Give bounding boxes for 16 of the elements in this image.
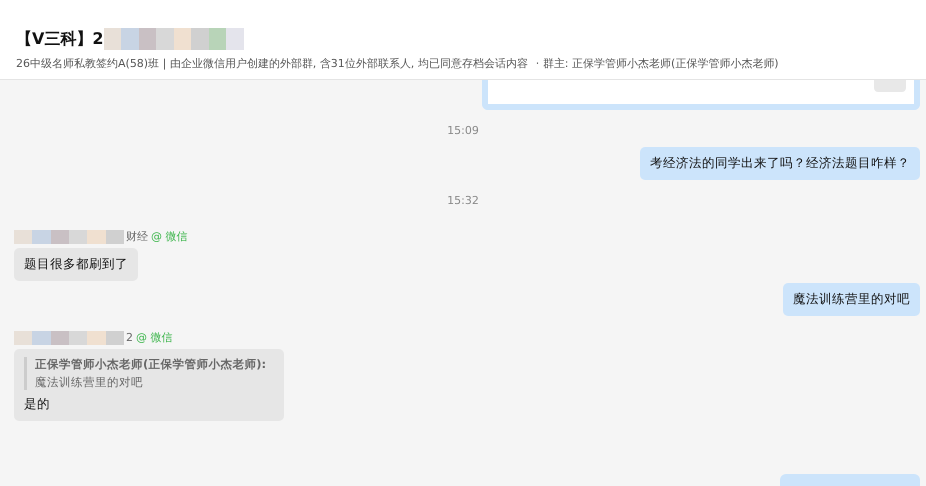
message-text: 考经济法的同学出来了吗？经济法题目咋样？ [650,155,910,170]
sender-name: 财经 [126,229,148,244]
group-title: 【V三科】2 [16,28,104,50]
timestamp: 15:09 [447,124,479,137]
sender-source: @ 微信 [136,330,172,345]
group-owner: · 群主: 正保学管师小杰老师(正保学管师小杰老师) [536,56,779,71]
timestamp: 15:32 [447,194,479,207]
message-text: 题目很多都刷到了 [24,256,128,271]
sender-source: @ 微信 [151,229,188,244]
card-button[interactable] [874,80,906,92]
sender-name: 2 [126,331,133,344]
group-description: 26中级名师私教签约A(58)班 | 由企业微信用户创建的外部群, 含31位外部联系人, 均已同意存档会话内容 [16,56,528,71]
message-text: 魔法训练营里的对吧 [793,291,910,306]
quoted-author: 正保学管师小杰老师(正保学管师小杰老师): [35,357,268,372]
message-text: 是的 [24,396,51,413]
quoted-text: 魔法训练营里的对吧 [35,375,144,390]
